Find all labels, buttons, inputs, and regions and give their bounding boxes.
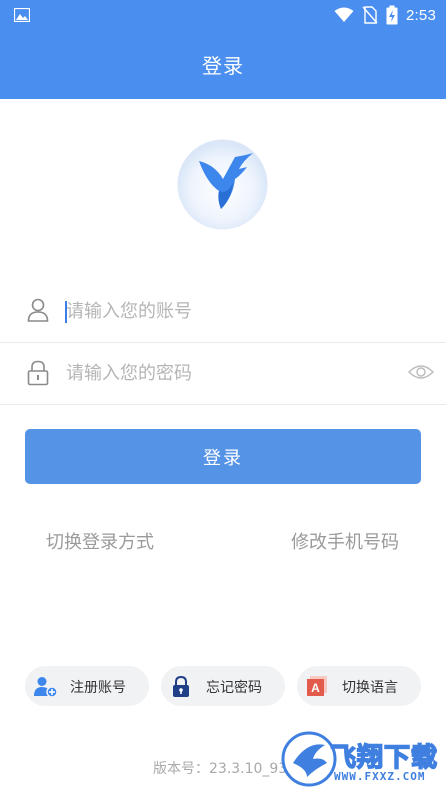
- status-icons: 2:53: [334, 0, 436, 30]
- add-user-icon: [34, 677, 58, 698]
- register-label: 注册账号: [70, 680, 126, 696]
- user-icon: [27, 298, 49, 322]
- change-phone-link[interactable]: 修改手机号码: [291, 528, 399, 554]
- status-bar: 2:53: [0, 0, 446, 30]
- no-sim-icon: [362, 6, 378, 24]
- language-icon: A: [307, 676, 327, 696]
- account-input[interactable]: [66, 292, 386, 330]
- wifi-icon: [334, 7, 354, 22]
- text-cursor: [65, 301, 67, 323]
- switch-language-button[interactable]: A 切换语言: [297, 666, 421, 706]
- lock-icon: [27, 360, 49, 386]
- forgot-password-button[interactable]: 忘记密码: [161, 666, 285, 706]
- page-title: 登录: [202, 54, 244, 78]
- app-bar: 登录: [0, 30, 446, 99]
- eye-icon[interactable]: [408, 363, 434, 381]
- password-field[interactable]: [0, 342, 446, 404]
- password-input[interactable]: [66, 354, 386, 392]
- battery-charging-icon: [386, 5, 398, 25]
- switch-language-label: 切换语言: [342, 680, 398, 696]
- gallery-notification-icon: [14, 8, 30, 22]
- register-account-button[interactable]: 注册账号: [25, 666, 149, 706]
- divider: [0, 404, 446, 405]
- svg-text:A: A: [311, 681, 320, 695]
- watermark-url: WWW.FXXZ.COM: [334, 770, 426, 783]
- version-text: 版本号：23.3.10_93: [153, 761, 288, 777]
- login-button[interactable]: 登录: [25, 429, 421, 484]
- padlock-icon: [173, 676, 189, 697]
- switch-login-mode-link[interactable]: 切换登录方式: [46, 528, 154, 554]
- watermark-text: 飞翔下载: [329, 742, 439, 774]
- clock: 2:53: [406, 6, 436, 24]
- forgot-password-label: 忘记密码: [206, 680, 262, 696]
- app-logo: [177, 139, 268, 230]
